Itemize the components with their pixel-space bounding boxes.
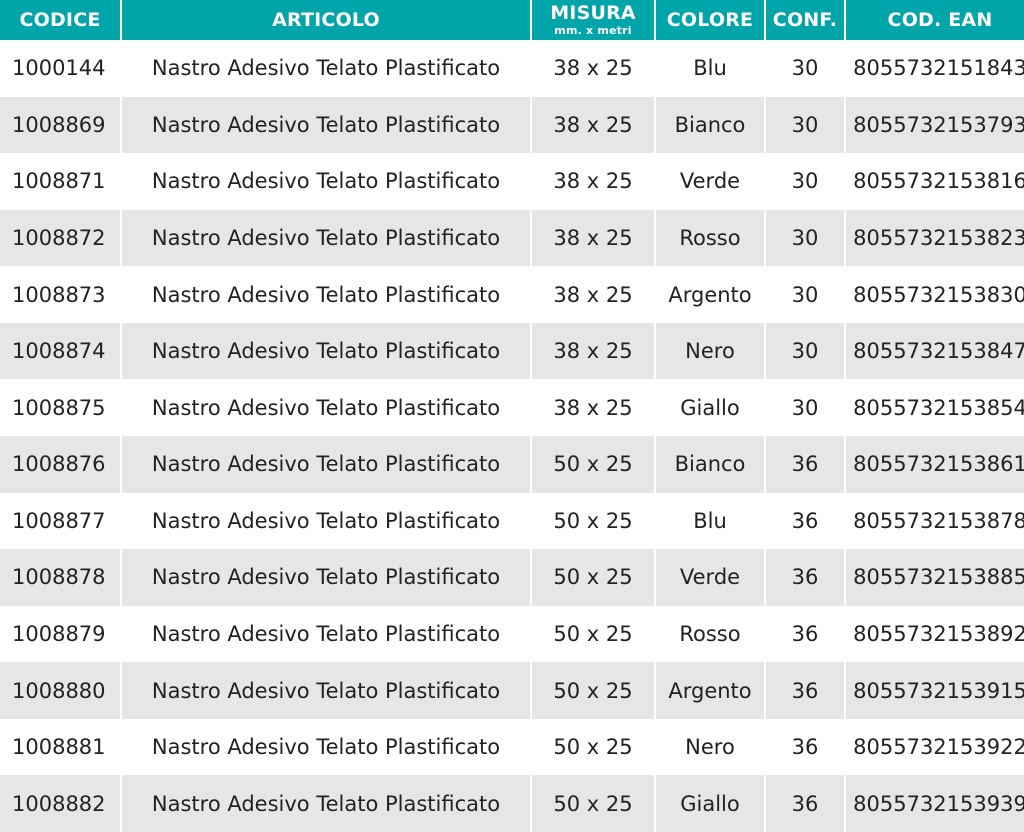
cell-conf: 36 <box>766 775 844 832</box>
cell-articolo: Nastro Adesivo Telato Plastificato <box>122 40 530 97</box>
cell-codice: 1000144 <box>0 40 120 97</box>
cell-misura: 38 x 25 <box>532 153 654 210</box>
header-codice: CODICE <box>0 0 120 40</box>
cell-ean: 8055732153915 <box>846 662 1024 719</box>
cell-colore: Argento <box>656 662 764 719</box>
cell-misura: 38 x 25 <box>532 96 654 154</box>
cell-codice: 1008878 <box>0 549 120 606</box>
header-colore: COLORE <box>656 0 764 40</box>
cell-codice: 1008873 <box>0 266 120 323</box>
cell-colore: Blu <box>656 40 764 97</box>
cell-ean: 8055732151843 <box>846 40 1024 97</box>
cell-articolo: Nastro Adesivo Telato Plastificato <box>122 775 530 832</box>
cell-articolo: Nastro Adesivo Telato Plastificato <box>122 153 530 210</box>
cell-ean: 8055732153861 <box>846 436 1024 493</box>
cell-colore: Argento <box>656 266 764 323</box>
cell-conf: 30 <box>766 96 844 154</box>
header-articolo-label: ARTICOLO <box>272 8 380 31</box>
cell-codice: 1008880 <box>0 662 120 719</box>
cell-misura: 50 x 25 <box>532 718 654 776</box>
cell-codice: 1008879 <box>0 605 120 663</box>
cell-codice: 1008882 <box>0 775 120 832</box>
header-conf: CONF. <box>766 0 844 40</box>
cell-colore: Giallo <box>656 775 764 832</box>
cell-conf: 30 <box>766 209 844 267</box>
cell-conf: 36 <box>766 605 844 663</box>
cell-misura: 38 x 25 <box>532 322 654 380</box>
cell-colore: Rosso <box>656 209 764 267</box>
header-codice-label: CODICE <box>19 8 101 31</box>
cell-ean: 8055732153854 <box>846 379 1024 436</box>
cell-misura: 50 x 25 <box>532 549 654 606</box>
cell-conf: 30 <box>766 379 844 436</box>
cell-conf: 30 <box>766 322 844 380</box>
cell-codice: 1008871 <box>0 153 120 210</box>
header-ean: COD. EAN <box>846 0 1024 40</box>
cell-ean: 8055732153885 <box>846 549 1024 606</box>
cell-conf: 36 <box>766 718 844 776</box>
cell-codice: 1008874 <box>0 322 120 380</box>
cell-colore: Verde <box>656 549 764 606</box>
cell-colore: Nero <box>656 718 764 776</box>
header-misura: MISURA mm. x metri <box>532 0 654 40</box>
cell-conf: 30 <box>766 153 844 210</box>
cell-conf: 36 <box>766 492 844 550</box>
cell-ean: 8055732153823 <box>846 209 1024 267</box>
cell-articolo: Nastro Adesivo Telato Plastificato <box>122 718 530 776</box>
cell-misura: 38 x 25 <box>532 266 654 323</box>
cell-ean: 8055732153878 <box>846 492 1024 550</box>
cell-ean: 8055732153830 <box>846 266 1024 323</box>
cell-ean: 8055732153793 <box>846 96 1024 154</box>
cell-misura: 38 x 25 <box>532 40 654 97</box>
cell-conf: 36 <box>766 436 844 493</box>
cell-colore: Blu <box>656 492 764 550</box>
cell-conf: 30 <box>766 40 844 97</box>
cell-ean: 8055732153816 <box>846 153 1024 210</box>
cell-misura: 50 x 25 <box>532 775 654 832</box>
header-conf-label: CONF. <box>772 8 838 31</box>
cell-codice: 1008875 <box>0 379 120 436</box>
cell-conf: 36 <box>766 549 844 606</box>
cell-misura: 38 x 25 <box>532 209 654 267</box>
header-misura-label: MISURA <box>550 2 636 24</box>
cell-misura: 50 x 25 <box>532 492 654 550</box>
product-table: CODICE ARTICOLO MISURA mm. x metri COLOR… <box>0 0 1024 832</box>
cell-colore: Rosso <box>656 605 764 663</box>
header-colore-label: COLORE <box>666 8 754 31</box>
cell-articolo: Nastro Adesivo Telato Plastificato <box>122 379 530 436</box>
cell-codice: 1008869 <box>0 96 120 154</box>
cell-codice: 1008876 <box>0 436 120 493</box>
cell-articolo: Nastro Adesivo Telato Plastificato <box>122 96 530 154</box>
cell-articolo: Nastro Adesivo Telato Plastificato <box>122 209 530 267</box>
cell-articolo: Nastro Adesivo Telato Plastificato <box>122 266 530 323</box>
cell-codice: 1008872 <box>0 209 120 267</box>
cell-ean: 8055732153847 <box>846 322 1024 380</box>
cell-conf: 30 <box>766 266 844 323</box>
cell-colore: Bianco <box>656 436 764 493</box>
cell-codice: 1008881 <box>0 718 120 776</box>
cell-misura: 50 x 25 <box>532 436 654 493</box>
cell-articolo: Nastro Adesivo Telato Plastificato <box>122 605 530 663</box>
cell-colore: Nero <box>656 322 764 380</box>
header-ean-label: COD. EAN <box>887 8 993 31</box>
cell-codice: 1008877 <box>0 492 120 550</box>
cell-misura: 38 x 25 <box>532 379 654 436</box>
cell-ean: 8055732153922 <box>846 718 1024 776</box>
cell-articolo: Nastro Adesivo Telato Plastificato <box>122 662 530 719</box>
cell-articolo: Nastro Adesivo Telato Plastificato <box>122 492 530 550</box>
cell-colore: Giallo <box>656 379 764 436</box>
header-articolo: ARTICOLO <box>122 0 530 40</box>
cell-articolo: Nastro Adesivo Telato Plastificato <box>122 436 530 493</box>
cell-conf: 36 <box>766 662 844 719</box>
cell-ean: 8055732153939 <box>846 775 1024 832</box>
cell-articolo: Nastro Adesivo Telato Plastificato <box>122 549 530 606</box>
cell-articolo: Nastro Adesivo Telato Plastificato <box>122 322 530 380</box>
cell-colore: Verde <box>656 153 764 210</box>
header-misura-unit: mm. x metri <box>554 24 632 37</box>
cell-misura: 50 x 25 <box>532 605 654 663</box>
cell-ean: 8055732153892 <box>846 605 1024 663</box>
cell-colore: Bianco <box>656 96 764 154</box>
cell-misura: 50 x 25 <box>532 662 654 719</box>
